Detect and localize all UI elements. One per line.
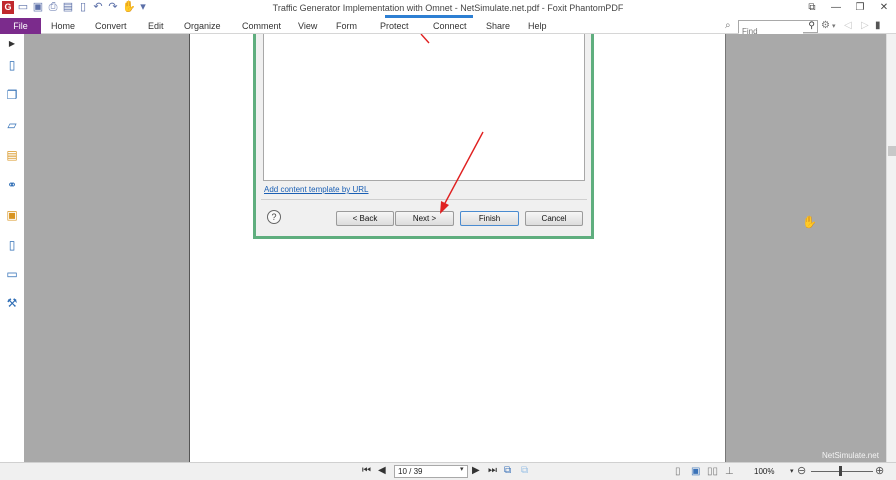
page-dropdown-icon[interactable]: ▾	[460, 465, 464, 473]
pages-icon[interactable]: ❐	[5, 88, 19, 102]
foxit-phantompdf-window: G ▭ ▣ ⎙ ▤ ▯ ↶ ↷ ✋ ▾ Traffic Generator Im…	[0, 0, 896, 480]
tab-file[interactable]: File	[0, 18, 41, 34]
next-button[interactable]: Next >	[395, 211, 454, 226]
zoom-dropdown-icon[interactable]: ▾	[790, 467, 794, 475]
navigation-panel: ▶ ▯ ❐ ▱ ▤ ⚭ ▣ ▯ ▭ ⚒	[0, 34, 24, 462]
ribbon-tab-bar: File Home Convert Edit Organize Comment …	[0, 18, 896, 37]
document-viewport[interactable]: Add content template by URL ? < Back Nex…	[24, 34, 886, 462]
layers-icon[interactable]: ▱	[5, 118, 19, 132]
search-folder-icon[interactable]: ⌕	[725, 20, 731, 31]
zoom-out-icon[interactable]: ⊖	[797, 464, 806, 477]
scrollbar-thumb[interactable]	[888, 146, 896, 156]
wizard-dialog-screenshot: Add content template by URL ? < Back Nex…	[253, 34, 594, 239]
tab-comment[interactable]: Comment	[242, 18, 281, 34]
find-field[interactable]: ⚲	[738, 20, 818, 37]
attachment-icon[interactable]: ⚭	[5, 178, 19, 192]
dialog-separator	[261, 199, 587, 200]
close-button[interactable]: ✕	[872, 0, 896, 16]
page-number-field[interactable]	[394, 465, 468, 478]
tab-organize[interactable]: Organize	[184, 18, 221, 34]
tab-connect[interactable]: Connect	[433, 18, 467, 34]
last-page-icon[interactable]: ⏭	[488, 465, 497, 476]
zoom-level[interactable]: 100%	[754, 467, 774, 476]
hand-cursor-icon: ✋	[802, 215, 817, 229]
chevron-down-icon[interactable]: ▾	[832, 22, 836, 30]
zoom-slider-thumb[interactable]	[839, 466, 842, 476]
add-template-url-link[interactable]: Add content template by URL	[264, 185, 369, 194]
tab-home[interactable]: Home	[51, 18, 75, 34]
window-title: Traffic Generator Implementation with Om…	[272, 3, 624, 13]
split-view-icon[interactable]: ⊥	[725, 466, 734, 477]
tab-form[interactable]: Form	[336, 18, 357, 34]
form-fields-icon[interactable]: ▭	[5, 267, 19, 281]
status-bar: ⏮ ◀ ▾ ▶ ⏭ ⧉ ⧉ ▯ ▣ ▯▯ ⊥ 100% ▾ ⊖ ⊕	[0, 462, 896, 480]
single-page-view-icon[interactable]: ▯	[675, 466, 681, 477]
search-icon[interactable]: ⚲	[808, 20, 815, 31]
tab-protect[interactable]: Protect	[380, 18, 409, 34]
vertical-scrollbar[interactable]	[886, 34, 896, 462]
page-thumbnails-icon[interactable]: ▯	[5, 58, 19, 72]
previous-page-icon[interactable]: ◀	[378, 465, 386, 476]
minimize-button[interactable]: —	[824, 0, 848, 16]
gear-icon[interactable]: ⚙	[821, 20, 830, 31]
window-controls: ⧉ — ❐ ✕	[800, 0, 896, 16]
first-page-icon[interactable]: ⏮	[362, 465, 371, 476]
tab-convert[interactable]: Convert	[95, 18, 127, 34]
title-bar: G ▭ ▣ ⎙ ▤ ▯ ↶ ↷ ✋ ▾ Traffic Generator Im…	[0, 0, 896, 19]
cancel-button[interactable]: Cancel	[525, 211, 583, 226]
zoom-in-icon[interactable]: ⊕	[875, 464, 884, 477]
finish-button[interactable]: Finish	[460, 211, 519, 226]
next-page-icon[interactable]: ▶	[472, 465, 480, 476]
dialog-content-panel	[263, 34, 585, 181]
next-view-icon[interactable]: ⧉	[521, 465, 528, 476]
tab-share[interactable]: Share	[486, 18, 510, 34]
signature-document-icon[interactable]: ▯	[5, 238, 19, 252]
pdf-page: Add content template by URL ? < Back Nex…	[189, 34, 726, 462]
zoom-slider-track[interactable]	[811, 471, 873, 472]
continuous-view-icon[interactable]: ▣	[691, 466, 700, 477]
previous-result-icon[interactable]: ◁	[844, 20, 852, 31]
comments-icon[interactable]: ▤	[5, 148, 19, 162]
tab-view[interactable]: View	[298, 18, 317, 34]
next-result-icon[interactable]: ▷	[861, 20, 869, 31]
expand-panel-icon[interactable]: ▶	[5, 37, 19, 51]
lock-icon[interactable]: ▣	[5, 208, 19, 222]
facing-view-icon[interactable]: ▯▯	[707, 466, 718, 477]
watermark: NetSimulate.net	[822, 451, 879, 460]
more-options-icon[interactable]: ▮	[875, 20, 881, 31]
content-tool-icon[interactable]: ⚒	[5, 296, 19, 310]
ribbon-toggle-icon[interactable]: ⧉	[800, 0, 824, 16]
restore-button[interactable]: ❐	[848, 0, 872, 16]
previous-view-icon[interactable]: ⧉	[504, 465, 511, 476]
tab-help[interactable]: Help	[528, 18, 547, 34]
help-icon[interactable]: ?	[267, 210, 281, 224]
tab-edit[interactable]: Edit	[148, 18, 164, 34]
back-button[interactable]: < Back	[336, 211, 394, 226]
